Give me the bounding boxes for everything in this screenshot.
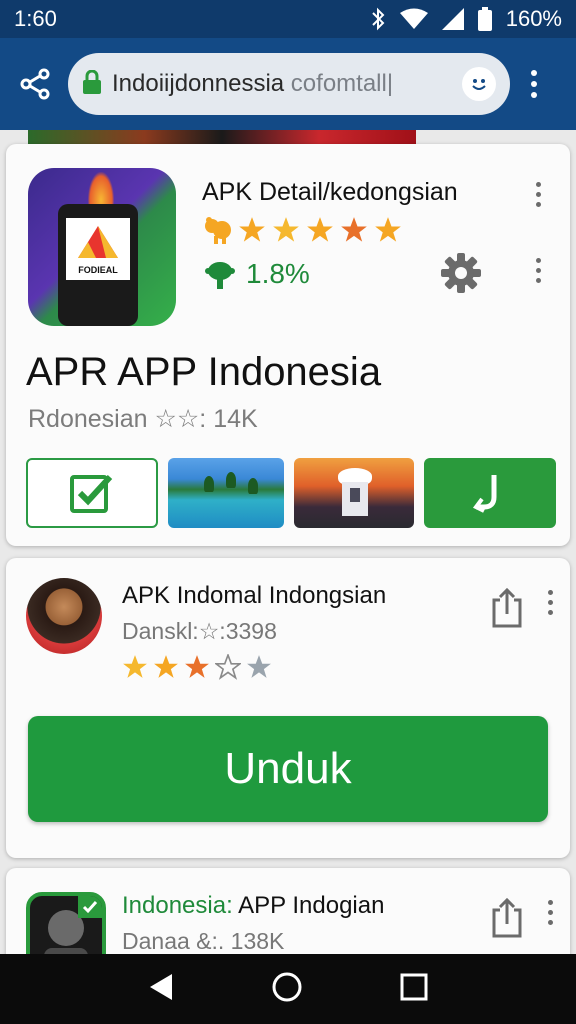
smiley-icon[interactable]: [462, 67, 496, 101]
star-icon: [307, 217, 333, 242]
share-icon[interactable]: [490, 587, 524, 633]
app-list-card: APK Indomal Indongsian Danskl:☆:3398 Und…: [6, 558, 570, 858]
star-icon: [341, 217, 367, 242]
phone-icon: FODIEAL: [58, 204, 138, 326]
app-name: APR APP Indonesia: [26, 350, 382, 394]
card-title: Indonesia: APP Indogian: [122, 892, 384, 920]
url-bar[interactable]: Indoiijdonnessia cofomtall|: [68, 53, 510, 115]
verified-badge-icon: [78, 896, 102, 918]
card-title: APK Indomal Indongsian: [122, 582, 387, 609]
home-icon[interactable]: [271, 971, 303, 1008]
gazebo-image[interactable]: [294, 458, 414, 528]
percent-row: 1.8%: [204, 258, 310, 290]
status-bar: 1:60 160%: [0, 0, 576, 38]
download-button[interactable]: [424, 458, 556, 528]
star-icon: [123, 655, 147, 678]
signal-icon: [441, 8, 464, 30]
detail-overflow-icon[interactable]: [532, 182, 544, 207]
card-title-green: Indonesia:: [122, 892, 233, 919]
system-nav-bar: [0, 954, 576, 1024]
app-icon[interactable]: FODIEAL: [28, 168, 176, 326]
url-main: Indoiijdonnessia: [112, 70, 285, 97]
beach-image[interactable]: [168, 458, 284, 528]
download-icon: [472, 475, 497, 513]
detail-title: APK Detail/kedongsian: [202, 178, 458, 206]
check-button[interactable]: [26, 458, 158, 528]
share-icon[interactable]: [490, 897, 524, 943]
download-button-main[interactable]: Unduk: [28, 716, 548, 822]
star-icon: [239, 217, 265, 242]
lock-icon: [82, 69, 102, 99]
turtle-icon: [205, 262, 235, 289]
star-empty-icon: [215, 654, 241, 680]
app-list-card-2: Indonesia: APP Indogian Danaa &:. 138K: [6, 868, 570, 972]
app-icon-brand: FODIEAL: [78, 265, 118, 275]
app-detail-card: FODIEAL APK Detail/kedongsian 1.8% APR A…: [6, 144, 570, 546]
rating-stars: [202, 216, 402, 244]
star-icon: [247, 655, 271, 678]
card-overflow-icon[interactable]: [544, 590, 556, 615]
app-meta: Rdonesian ☆☆: 14K: [28, 405, 258, 433]
card-title-rest: APP Indogian: [232, 892, 385, 919]
wifi-icon: [399, 8, 428, 30]
star-icon: [273, 217, 299, 242]
mascot-icon: [205, 217, 231, 244]
star-icon: [375, 217, 401, 242]
url-dim: cofomtall|: [290, 70, 394, 97]
check-icon: [70, 474, 113, 513]
battery-icon: [477, 7, 492, 31]
banner-strip: [28, 130, 416, 144]
star-half-icon: [185, 655, 209, 678]
recents-icon[interactable]: [400, 973, 428, 1006]
star-icon: [154, 655, 178, 678]
card-rating: [122, 654, 272, 680]
gear-overflow-icon[interactable]: [532, 258, 544, 283]
gear-icon[interactable]: [440, 252, 482, 299]
percent-value: 1.8%: [246, 258, 310, 289]
avatar: [26, 578, 102, 654]
back-icon[interactable]: [148, 972, 174, 1007]
overflow-menu-icon[interactable]: [522, 70, 546, 98]
action-tiles: [26, 458, 556, 528]
battery-percent: 160%: [505, 6, 562, 31]
share-icon[interactable]: [14, 62, 58, 106]
card-subtitle: Danskl:☆:3398: [122, 618, 277, 644]
browser-toolbar: Indoiijdonnessia cofomtall|: [0, 38, 576, 130]
url-text[interactable]: Indoiijdonnessia cofomtall|: [112, 70, 452, 98]
status-time: 1:60: [14, 6, 57, 31]
bluetooth-icon: [370, 7, 386, 31]
card-subtitle: Danaa &:. 138K: [122, 928, 285, 954]
card-overflow-icon[interactable]: [544, 900, 556, 925]
